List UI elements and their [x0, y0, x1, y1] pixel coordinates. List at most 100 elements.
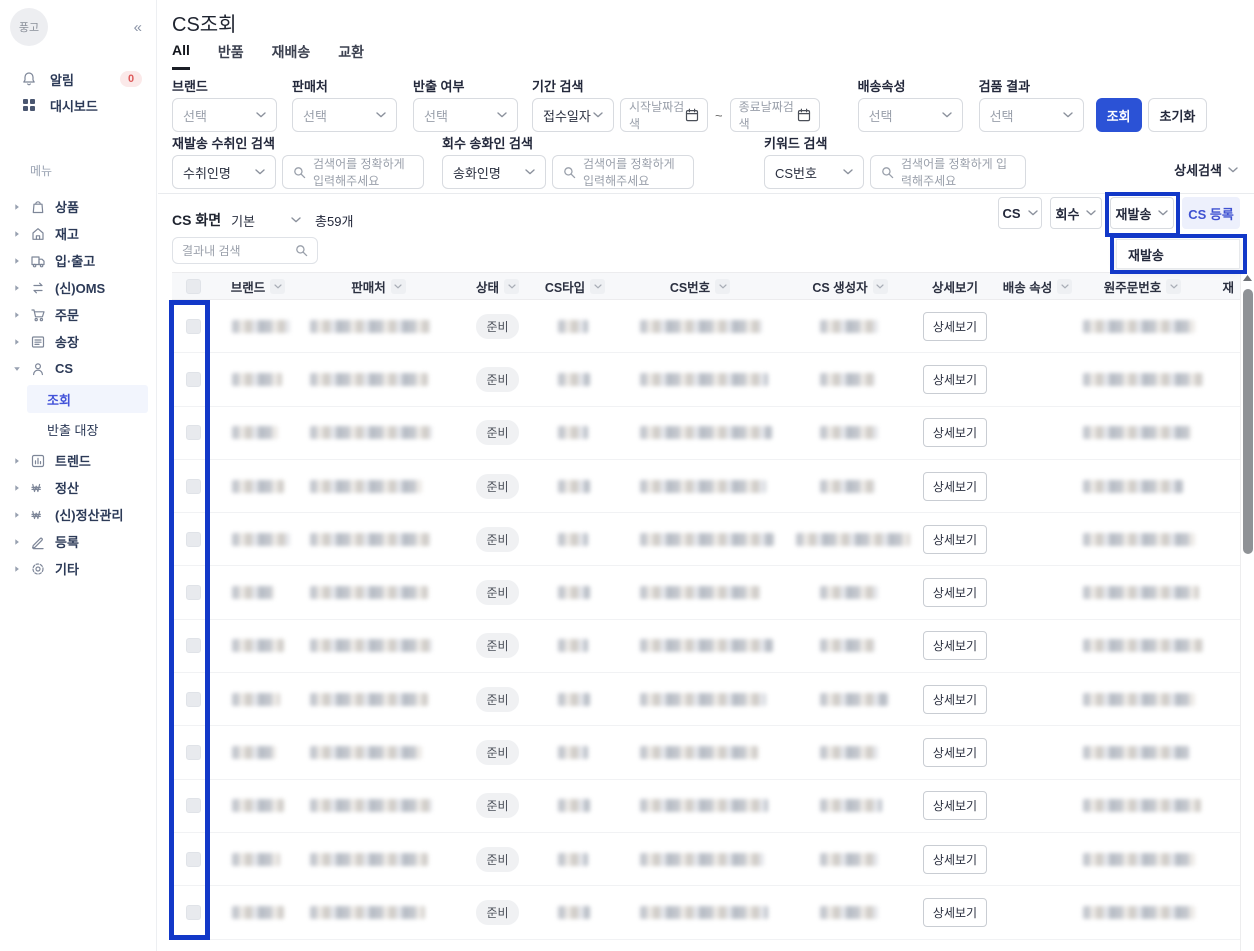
screen-label: CS 화면: [172, 212, 222, 228]
screen-select[interactable]: 기본: [231, 211, 301, 230]
tab-All[interactable]: All: [172, 42, 190, 70]
row-checkbox[interactable]: [185, 318, 201, 334]
sidebar-item-재고[interactable]: 재고: [0, 220, 156, 247]
sidebar-item-상품[interactable]: 상품: [0, 193, 156, 220]
recall-action-button[interactable]: 회수: [1050, 197, 1102, 229]
sidebar-collapse-icon[interactable]: «: [134, 19, 142, 36]
period-type-select[interactable]: 접수일자: [532, 98, 614, 132]
row-checkbox[interactable]: [185, 851, 201, 867]
retrieve-sender-label: 회수 송화인 검색: [442, 136, 533, 151]
column-filter-icon[interactable]: [1057, 278, 1073, 294]
tab-교환[interactable]: 교환: [338, 42, 364, 70]
row-checkbox[interactable]: [185, 371, 201, 387]
sender-type-select[interactable]: 송화인명: [442, 155, 546, 189]
seller-select[interactable]: 선택: [292, 98, 397, 132]
detail-view-button[interactable]: 상세보기: [922, 578, 988, 608]
resend-dropdown-item[interactable]: 재발송: [1128, 245, 1164, 264]
row-checkbox[interactable]: [185, 638, 201, 654]
sidebar-item-기타[interactable]: 기타: [0, 555, 156, 582]
detail-view-button[interactable]: 상세보기: [922, 418, 988, 448]
detail-view-button[interactable]: 상세보기: [922, 471, 988, 501]
tab-재배송[interactable]: 재배송: [272, 42, 311, 70]
masked-text: [820, 692, 888, 706]
column-filter-icon[interactable]: [270, 278, 286, 294]
keyword-type-select[interactable]: CS번호: [764, 155, 864, 189]
table-row: 준비 상세보기: [172, 619, 1240, 674]
detail-view-button[interactable]: 상세보기: [922, 364, 988, 394]
row-checkbox[interactable]: [185, 904, 201, 920]
detail-view-button[interactable]: 상세보기: [922, 631, 988, 661]
sidebar-item-입·출고[interactable]: 입·출고: [0, 247, 156, 274]
sidebar-item-notifications[interactable]: 알림 0: [0, 66, 156, 92]
cs-action-button[interactable]: CS: [998, 197, 1042, 229]
tab-반품[interactable]: 반품: [218, 42, 244, 70]
keyword-search-input[interactable]: 검색어를 정확하게 입력해주세요: [870, 155, 1026, 189]
calendar-icon[interactable]: [797, 108, 811, 122]
sidebar-item-송장[interactable]: 송장: [0, 328, 156, 355]
scrollbar-thumb[interactable]: [1242, 289, 1253, 554]
cs-register-button[interactable]: CS 등록: [1182, 197, 1240, 229]
masked-text: [1083, 426, 1191, 440]
sidebar-item-dashboard[interactable]: 대시보드: [0, 92, 156, 118]
sidebar-item-(신)정산관리[interactable]: (신)정산관리: [0, 501, 156, 528]
detail-view-button[interactable]: 상세보기: [922, 311, 988, 341]
row-checkbox[interactable]: [185, 745, 201, 761]
sidebar-item-주문[interactable]: 주문: [0, 301, 156, 328]
detail-view-button[interactable]: 상세보기: [922, 791, 988, 821]
select-all-checkbox[interactable]: [185, 278, 201, 294]
row-checkbox[interactable]: [185, 798, 201, 814]
delivery-select[interactable]: 선택: [857, 98, 963, 132]
end-date-input[interactable]: 종료날짜검색: [729, 98, 820, 132]
column-filter-icon[interactable]: [504, 278, 519, 294]
bell-icon: [21, 71, 37, 87]
sidebar-item-(신)OMS[interactable]: (신)OMS: [0, 274, 156, 301]
column-filter-icon[interactable]: [590, 278, 606, 294]
sidebar-item-label: 기타: [55, 562, 79, 577]
search-button[interactable]: 조회: [1095, 98, 1142, 132]
sidebar-item-CS[interactable]: CS: [0, 355, 156, 382]
logo[interactable]: 풍고: [10, 8, 48, 46]
receiver-type-select[interactable]: 수취인명: [172, 155, 276, 189]
row-checkbox[interactable]: [185, 425, 201, 441]
sidebar-subitem-반출 대장[interactable]: 반출 대장: [27, 415, 148, 443]
carryout-select[interactable]: 선택: [413, 98, 518, 132]
row-checkbox[interactable]: [185, 585, 201, 601]
sidebar-subitem-조회[interactable]: 조회: [27, 385, 148, 413]
sender-search-input[interactable]: 검색어를 정확하게 입력해주세요: [552, 155, 694, 189]
chevron-down-icon: [1170, 283, 1178, 289]
start-date-input[interactable]: 시작날짜검색: [620, 98, 708, 132]
row-checkbox[interactable]: [185, 691, 201, 707]
result-search-input[interactable]: 결과내 검색: [172, 237, 318, 264]
brand-select[interactable]: 선택: [172, 98, 277, 132]
column-filter-icon[interactable]: [715, 278, 731, 294]
caret-right-icon: [13, 203, 21, 211]
sidebar-item-트렌드[interactable]: 트렌드: [0, 447, 156, 474]
column-header-brand: 브랜드: [214, 277, 302, 296]
detail-view-button[interactable]: 상세보기: [922, 738, 988, 768]
detail-view-button[interactable]: 상세보기: [922, 844, 988, 874]
column-header-resend: 재: [1210, 277, 1240, 296]
inspection-select[interactable]: 선택: [978, 98, 1084, 132]
detail-view-button[interactable]: 상세보기: [922, 524, 988, 554]
row-checkbox[interactable]: [185, 478, 201, 494]
detail-search-toggle[interactable]: 상세검색: [1174, 160, 1238, 179]
sidebar-item-정산[interactable]: 정산: [0, 474, 156, 501]
column-filter-icon[interactable]: [872, 278, 888, 294]
masked-text: [1083, 852, 1195, 866]
row-checkbox[interactable]: [185, 531, 201, 547]
column-filter-icon[interactable]: [1166, 278, 1182, 294]
detail-view-button[interactable]: 상세보기: [922, 897, 988, 927]
sidebar-item-label: 상품: [55, 200, 79, 215]
sidebar-item-등록[interactable]: 등록: [0, 528, 156, 555]
scroll-up-icon[interactable]: [1243, 275, 1252, 281]
masked-text: [640, 372, 768, 386]
receiver-search-input[interactable]: 검색어를 정확하게 입력해주세요: [282, 155, 424, 189]
column-filter-icon[interactable]: [390, 278, 406, 294]
reset-button[interactable]: 초기화: [1147, 98, 1208, 132]
vertical-scrollbar[interactable]: [1240, 272, 1253, 951]
table-row: 준비 상세보기: [172, 406, 1240, 460]
calendar-icon[interactable]: [685, 108, 699, 122]
resend-action-button[interactable]: 재발송: [1110, 197, 1174, 229]
keyword-type-value: CS번호: [775, 165, 817, 181]
detail-view-button[interactable]: 상세보기: [922, 684, 988, 714]
